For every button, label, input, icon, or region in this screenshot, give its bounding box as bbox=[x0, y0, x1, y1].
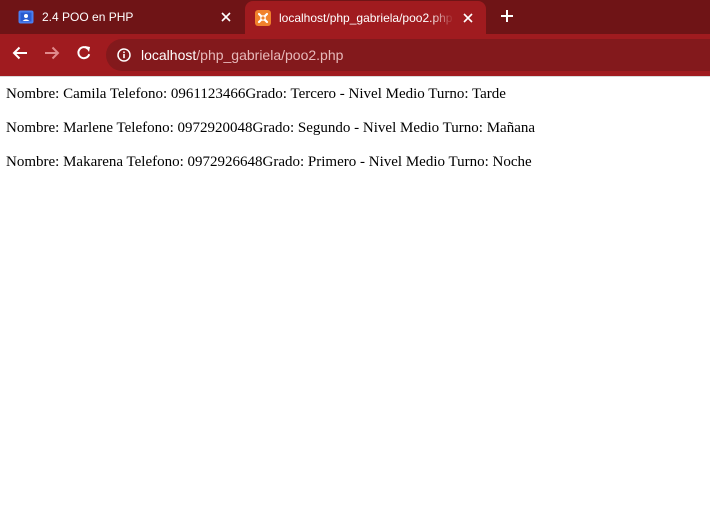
tab-poo-en-php[interactable]: 2.4 POO en PHP bbox=[8, 0, 244, 34]
arrow-left-icon bbox=[12, 45, 28, 66]
tab-strip: 2.4 POO en PHP localhost/php_gabriela/po… bbox=[0, 0, 710, 34]
student-record-line: Nombre: Marlene Telefono: 0972920048Grad… bbox=[6, 120, 536, 136]
arrow-right-icon bbox=[44, 45, 60, 66]
xampp-icon bbox=[255, 9, 271, 26]
reload-icon bbox=[76, 45, 92, 66]
forward-button[interactable] bbox=[40, 43, 64, 67]
url-host: localhost bbox=[141, 47, 197, 63]
address-bar[interactable]: localhost/php_gabriela/poo2.php bbox=[106, 39, 710, 71]
info-icon[interactable] bbox=[116, 47, 132, 63]
tab-poo2-php[interactable]: localhost/php_gabriela/poo2.php bbox=[245, 1, 486, 34]
new-tab-button[interactable] bbox=[496, 7, 518, 29]
url-path: /php_gabriela/poo2.php bbox=[196, 47, 344, 63]
student-record-line: Nombre: Makarena Telefono: 0972926648Gra… bbox=[6, 154, 532, 170]
close-tab-icon[interactable] bbox=[216, 7, 236, 27]
tab-title: 2.4 POO en PHP bbox=[42, 10, 134, 24]
plus-icon bbox=[500, 9, 514, 28]
browser-toolbar: localhost/php_gabriela/poo2.php bbox=[0, 34, 710, 76]
reload-button[interactable] bbox=[72, 43, 96, 67]
page-content: Nombre: Camila Telefono: 0961123466Grado… bbox=[6, 77, 706, 171]
close-tab-icon[interactable] bbox=[458, 8, 478, 28]
back-button[interactable] bbox=[8, 43, 32, 67]
url-text: localhost/php_gabriela/poo2.php bbox=[141, 47, 343, 63]
google-classroom-icon bbox=[18, 9, 34, 25]
tab-title: localhost/php_gabriela/poo2.php bbox=[279, 10, 453, 25]
student-record-line: Nombre: Camila Telefono: 0961123466Grado… bbox=[6, 86, 506, 102]
